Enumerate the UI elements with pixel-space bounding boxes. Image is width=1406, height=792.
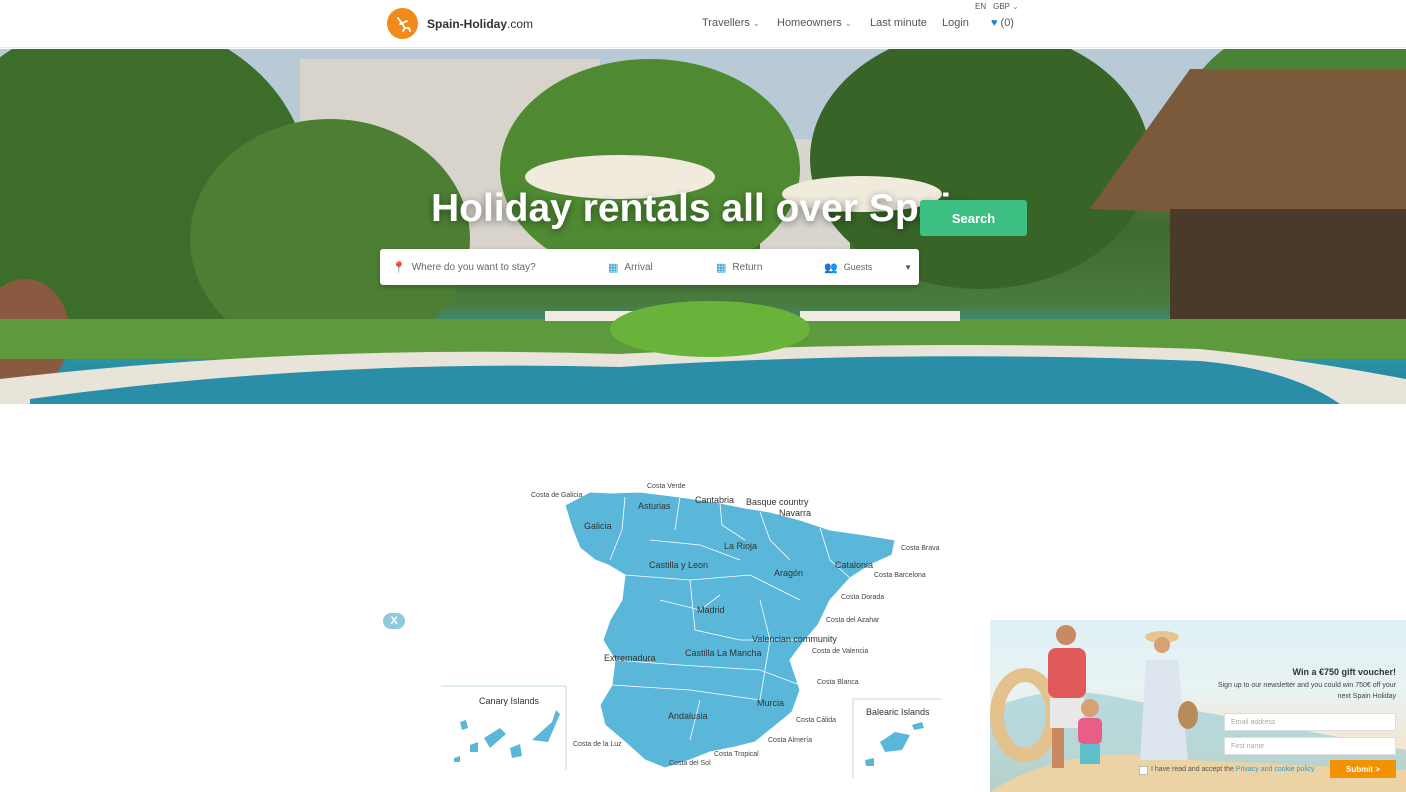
popup-close-button[interactable]: X <box>383 613 405 629</box>
email-field[interactable]: Email address <box>1224 713 1396 731</box>
popup-title: Win a €750 gift voucher! <box>1292 667 1396 677</box>
spain-mainland <box>564 491 896 769</box>
first-name-field[interactable]: First name <box>1224 737 1396 755</box>
privacy-policy-link[interactable]: Privacy and cookie policy <box>1236 766 1315 773</box>
submit-button[interactable]: Submit > <box>1330 760 1396 778</box>
balearic-islands-shapes <box>865 722 924 766</box>
consent-label: I have read and accept the Privacy and c… <box>1151 766 1315 773</box>
privacy-checkbox[interactable] <box>1139 766 1148 775</box>
canary-islands-shapes <box>454 710 560 762</box>
popup-subtitle: Sign up to our newsletter and you could … <box>1217 682 1396 700</box>
